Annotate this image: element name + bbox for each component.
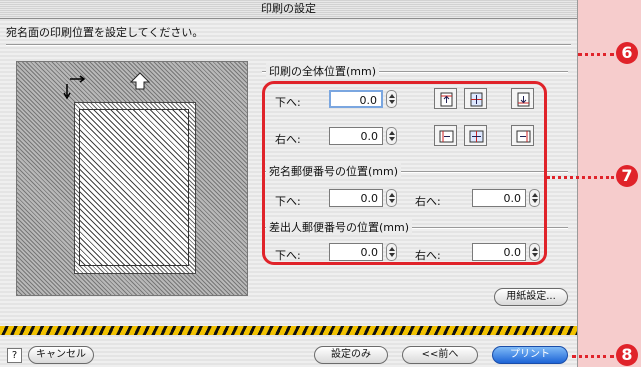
instruction-text: 宛名面の印刷位置を設定してください。	[6, 26, 204, 39]
print-preview	[16, 61, 248, 296]
callout-badge-7: 7	[616, 165, 638, 187]
callout-leader-8	[572, 355, 614, 358]
callout-highlight-box	[262, 81, 547, 265]
decorative-stripe	[0, 326, 577, 335]
callout-leader-6	[578, 53, 614, 56]
direction-arrows-icon	[63, 72, 151, 100]
cancel-button[interactable]: キャンセル	[28, 346, 94, 364]
divider	[6, 44, 571, 46]
help-button[interactable]: ?	[7, 348, 22, 363]
callout-leader-7	[547, 176, 614, 179]
settings-only-button[interactable]: 設定のみ	[314, 346, 388, 364]
callout-badge-6: 6	[616, 42, 638, 64]
paper-setup-button[interactable]: 用紙設定...	[494, 288, 568, 306]
group-title-overall: 印刷の全体位置(mm)	[266, 63, 380, 79]
back-button[interactable]: <<前へ	[402, 346, 478, 364]
print-button[interactable]: プリント	[492, 346, 568, 364]
window-title: 印刷の設定	[0, 0, 577, 19]
callout-badge-8: 8	[616, 344, 638, 366]
